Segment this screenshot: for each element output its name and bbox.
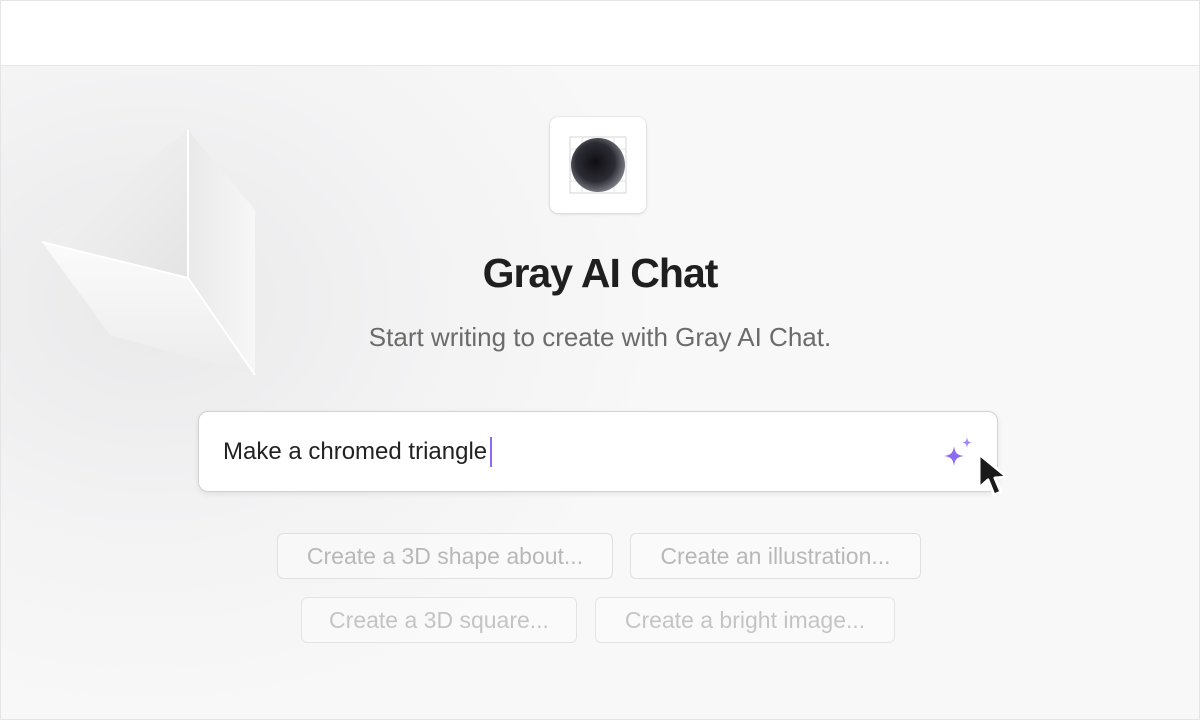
prompt-input[interactable]: Make a chromed triangle [198,411,998,492]
page-title: Gray AI Chat [482,250,719,296]
suggestion-chip-3d-square[interactable]: Create a 3D square... [301,597,577,643]
text-caret [490,437,493,467]
suggestion-chip-illustration[interactable]: Create an illustration... [630,533,921,579]
suggestion-chip-bright-image[interactable]: Create a bright image... [595,597,895,643]
prompt-text-field[interactable]: Make a chromed triangle [223,436,493,468]
dark-sphere-logo-icon [569,136,627,194]
app-logo [550,117,646,213]
suggestion-chip-3d-shape[interactable]: Create a 3D shape about... [277,533,613,579]
sparkle-icon[interactable] [941,434,977,470]
mouse-cursor-icon [977,452,1009,497]
top-bar [0,0,1200,66]
prompt-value: Make a chromed triangle [223,438,488,465]
page-subtitle: Start writing to create with Gray AI Cha… [368,322,832,352]
